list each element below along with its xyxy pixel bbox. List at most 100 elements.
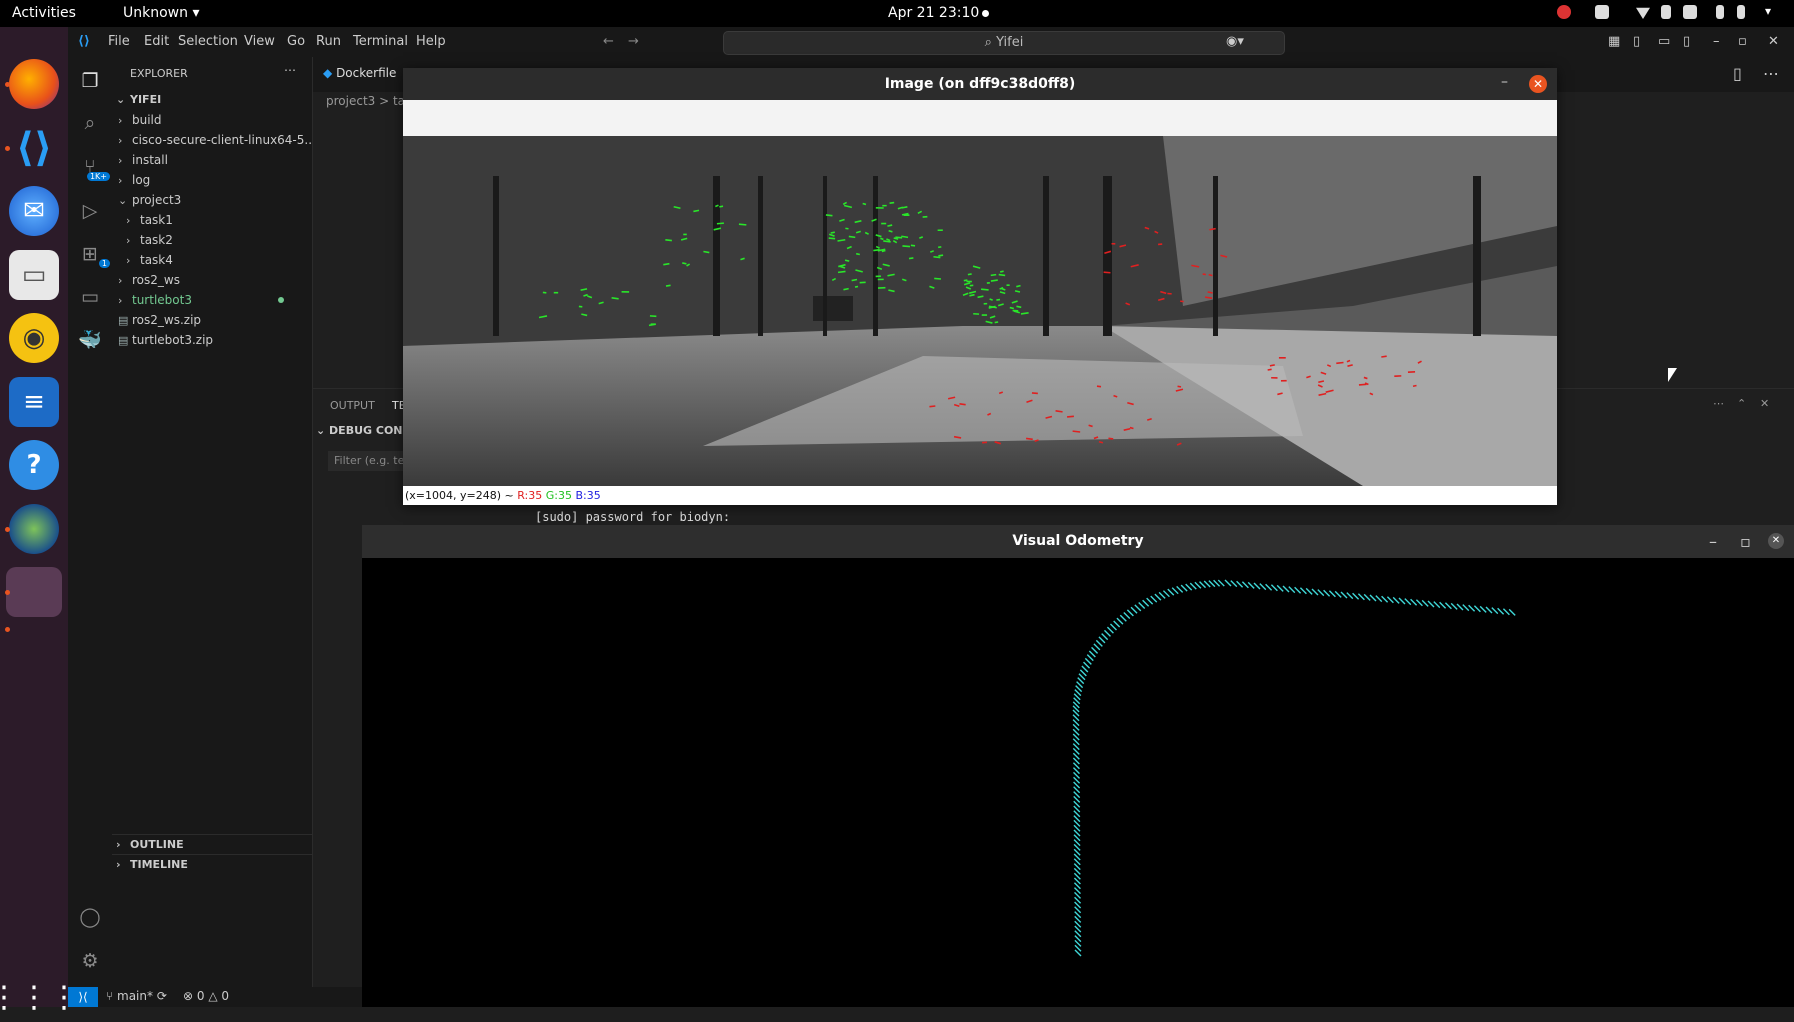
minimize-icon[interactable]: – — [1501, 74, 1508, 90]
clock[interactable]: Apr 21 23:10 — [888, 5, 979, 21]
back-arrow-icon[interactable]: ← — [603, 34, 614, 49]
branch-indicator[interactable]: ⑂ main* ⟳ — [106, 989, 167, 1003]
toggle-secondary-sidebar-icon[interactable]: ▯ — [1683, 34, 1690, 49]
tree-item-label: turtlebot3 — [132, 293, 192, 307]
vscode-icon[interactable]: ⟨⟩ — [9, 123, 59, 173]
more-actions-icon[interactable]: ⋯ — [284, 63, 296, 77]
menu-edit[interactable]: Edit — [144, 34, 169, 49]
apps-grid-icon[interactable]: ⋮⋮⋮ — [9, 972, 59, 1022]
help-icon[interactable]: ? — [9, 440, 59, 490]
microphone-icon[interactable] — [1716, 5, 1724, 19]
rhythmbox-icon[interactable]: ◉ — [9, 313, 59, 363]
tree-item[interactable]: ›turtlebot3 — [112, 290, 312, 310]
split-editor-icon[interactable]: ▯ — [1733, 64, 1742, 83]
camera-frame-image[interactable] — [403, 136, 1557, 486]
close-icon[interactable]: ✕ — [1529, 75, 1547, 93]
docker-file-icon: ◆ — [323, 66, 332, 80]
tree-item[interactable]: ›cisco-secure-client-linux64-5... — [112, 130, 312, 150]
app-menu[interactable]: Unknown ▾ — [123, 5, 199, 21]
close-icon[interactable]: ✕ — [1768, 34, 1779, 49]
command-center-search[interactable]: ⌕ Yifei — [723, 31, 1285, 55]
panel-maximize-icon[interactable]: ⌃ — [1737, 397, 1746, 410]
power-menu-icon[interactable]: ▾ — [1765, 4, 1771, 18]
feature-track — [693, 210, 699, 211]
minimize-icon[interactable]: – — [1709, 532, 1717, 551]
close-icon[interactable]: ✕ — [1768, 533, 1784, 549]
thunderbird-icon[interactable]: ✉ — [9, 186, 59, 236]
record-icon[interactable] — [1557, 5, 1571, 19]
source-control-icon[interactable]: ⑂1K+ — [76, 153, 104, 181]
trajectory-pose-marker — [1382, 596, 1388, 602]
editor-more-icon[interactable]: ⋯ — [1763, 64, 1779, 83]
breadcrumb[interactable]: project3 > ta — [326, 94, 405, 108]
volume-icon[interactable] — [1683, 5, 1697, 19]
tree-item[interactable]: ▤turtlebot3.zip — [112, 330, 312, 350]
workspace-root[interactable]: ⌄YIFEI — [112, 90, 312, 110]
remote-explorer-icon[interactable]: ▭ — [76, 283, 104, 311]
trajectory-pose-marker — [1440, 602, 1446, 608]
trajectory-pose-marker — [1277, 585, 1283, 591]
activities-button[interactable]: Activities — [12, 5, 76, 21]
chevron-right-icon: › — [118, 151, 132, 170]
dock: ⟨⟩ ✉ ▭ ◉ ≡ ? ⋮⋮⋮ — [0, 27, 68, 1007]
tree-item[interactable]: ›task2 — [112, 230, 312, 250]
tree-item[interactable]: ›install — [112, 150, 312, 170]
tab-output[interactable]: OUTPUT — [330, 399, 375, 412]
menu-run[interactable]: Run — [316, 34, 341, 49]
run-debug-icon[interactable]: ▷ — [76, 197, 104, 225]
trajectory-pose-marker — [1492, 608, 1498, 614]
menu-view[interactable]: View — [244, 34, 275, 49]
layout-toggle-icon[interactable]: ▦ — [1608, 34, 1620, 49]
minimize-icon[interactable]: – — [1713, 34, 1720, 49]
settings-gear-icon[interactable]: ⚙ — [76, 947, 104, 975]
trajectory-pose-marker — [1306, 588, 1312, 594]
extensions-icon[interactable]: ⊞1 — [76, 240, 104, 268]
panel-more-icon[interactable]: ⋯ — [1713, 397, 1724, 410]
feature-track — [1032, 393, 1038, 394]
keyboard-icon[interactable] — [1595, 5, 1609, 19]
tree-item[interactable]: ›task4 — [112, 250, 312, 270]
tree-item[interactable]: ▤ros2_ws.zip — [112, 310, 312, 330]
search-icon[interactable]: ⌕ — [76, 109, 104, 137]
files-icon[interactable]: ▭ — [9, 250, 59, 300]
explorer-icon[interactable]: ❐ — [76, 67, 104, 95]
tree-item[interactable]: ›ros2_ws — [112, 270, 312, 290]
timeline-section[interactable]: ›TIMELINE — [112, 854, 312, 875]
tree-item[interactable]: ⌄project3 — [112, 190, 312, 210]
maximize-icon[interactable]: ▫ — [1740, 532, 1751, 551]
writer-icon[interactable]: ≡ — [9, 377, 59, 427]
wifi-icon[interactable] — [1636, 5, 1650, 19]
toggle-sidebar-icon[interactable]: ▯ — [1633, 34, 1640, 49]
menu-go[interactable]: Go — [287, 34, 305, 49]
blank-app-icon[interactable] — [6, 567, 62, 617]
account-icon[interactable]: ◯ — [76, 903, 104, 931]
trajectory-pose-marker — [1480, 606, 1486, 612]
maximize-icon[interactable]: ▫ — [1738, 34, 1747, 49]
menu-help[interactable]: Help — [416, 34, 446, 49]
feature-track — [1381, 356, 1386, 357]
docker-icon[interactable]: 🐳 — [76, 325, 104, 353]
globe-icon[interactable] — [9, 504, 59, 554]
outline-section[interactable]: ›OUTLINE — [112, 834, 312, 855]
menu-file[interactable]: File — [108, 34, 130, 49]
tree-item[interactable]: ›build — [112, 110, 312, 130]
battery-icon[interactable] — [1737, 5, 1745, 19]
remote-indicator-icon[interactable]: ⟩⟨ — [68, 987, 98, 1007]
bluetooth-icon[interactable] — [1661, 5, 1671, 19]
copilot-icon[interactable]: ◉▾ — [1226, 34, 1244, 49]
problems-indicator[interactable]: ⊗ 0 △ 0 — [183, 989, 229, 1003]
tab-dockerfile[interactable]: ◆ Dockerfile — [323, 66, 396, 80]
notification-dot-icon — [982, 10, 989, 17]
feature-track — [1099, 442, 1103, 443]
debug-filter-input[interactable]: Filter (e.g. te — [328, 451, 408, 471]
toggle-panel-icon[interactable]: ▭ — [1658, 34, 1670, 49]
feature-track — [845, 260, 849, 261]
menu-terminal[interactable]: Terminal — [353, 34, 408, 49]
forward-arrow-icon[interactable]: → — [628, 34, 639, 49]
tree-item[interactable]: ›task1 — [112, 210, 312, 230]
visual-odometry-window: Visual Odometry – ▫ ✕ — [362, 525, 1794, 1007]
panel-close-icon[interactable]: ✕ — [1760, 397, 1769, 410]
tree-item[interactable]: ›log — [112, 170, 312, 190]
firefox-icon[interactable] — [9, 59, 59, 109]
menu-selection[interactable]: Selection — [178, 34, 238, 49]
